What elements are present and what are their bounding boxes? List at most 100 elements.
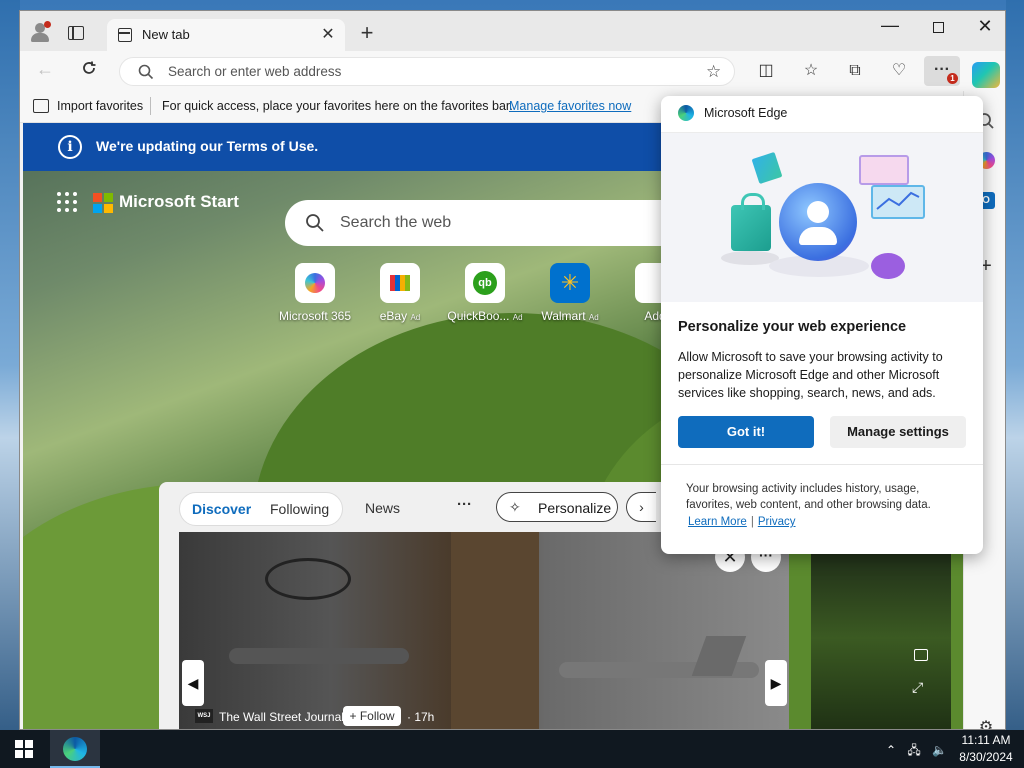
- personalize-popup: Microsoft Edge Personalize your web expe…: [661, 96, 983, 554]
- tab-close-icon[interactable]: ✕: [319, 24, 337, 44]
- ad-label: Ad: [410, 313, 421, 322]
- address-bar[interactable]: Search or enter web address ☆: [119, 57, 735, 86]
- feed-next-control[interactable]: ›: [626, 492, 656, 522]
- desktop-wallpaper-left: [0, 0, 20, 730]
- clock[interactable]: 11:11 AM 8/30/2024: [956, 732, 1016, 766]
- settings-and-more-button[interactable]: ··· 1: [924, 56, 960, 86]
- carousel-prev-button[interactable]: ◀: [182, 660, 204, 706]
- maximize-button[interactable]: [933, 22, 944, 33]
- windows-start-icon[interactable]: [15, 740, 33, 758]
- personalize-illustration: [661, 132, 983, 302]
- popup-heading: Personalize your web experience: [678, 319, 907, 335]
- popup-header: Microsoft Edge: [661, 96, 983, 132]
- volume-muted-icon[interactable]: 🔈: [932, 743, 947, 757]
- system-tray: ⌃ 🖧 🔈: [886, 741, 955, 762]
- quick-link-microsoft-365[interactable]: Microsoft 365: [275, 263, 355, 323]
- desktop-wallpaper-right: [1006, 0, 1024, 730]
- microsoft-logo-icon: [93, 193, 113, 213]
- source-logo-icon: WSJ: [195, 709, 213, 723]
- add-favorite-icon[interactable]: ☆: [706, 62, 721, 82]
- sidebar-settings-icon[interactable]: ⚙: [974, 716, 998, 729]
- tab-following[interactable]: Following: [270, 501, 329, 517]
- refresh-button[interactable]: [80, 59, 98, 77]
- profile-notification-dot: [44, 21, 51, 28]
- personalize-button[interactable]: ✧ Personalize: [496, 492, 618, 522]
- follow-button[interactable]: + Follow: [343, 706, 401, 726]
- quick-link-quickbooks[interactable]: qb QuickBoo... Ad: [445, 263, 525, 323]
- copilot-icon[interactable]: [972, 62, 1000, 88]
- show-hidden-icons-icon[interactable]: ⌃: [886, 743, 896, 757]
- manage-settings-button[interactable]: Manage settings: [830, 416, 966, 448]
- feed-tab-group: Discover Following: [179, 492, 343, 526]
- piggy-bank-icon: [871, 253, 905, 279]
- split-screen-icon[interactable]: ◫: [754, 59, 778, 83]
- collections-icon[interactable]: ⧉: [843, 59, 867, 83]
- new-tab-page-icon: [118, 28, 132, 42]
- close-window-button[interactable]: ✕: [975, 16, 995, 37]
- favorites-divider: [150, 97, 151, 115]
- feed-more-icon[interactable]: ···: [457, 496, 472, 513]
- tab-actions-icon[interactable]: [68, 26, 84, 40]
- popup-footer-text: Your browsing activity includes history,…: [686, 483, 931, 511]
- quick-link-label: QuickBoo...: [447, 309, 510, 323]
- hero-image: [179, 532, 789, 729]
- profile-icon[interactable]: [29, 21, 51, 43]
- hero-card[interactable]: ✕ ··· ◀ ▶ WSJ The Wall Street Journal + …: [179, 532, 789, 729]
- import-favorites-button[interactable]: Import favorites: [57, 99, 143, 113]
- quick-link-label: Walmart: [541, 309, 586, 323]
- edge-logo-icon: [678, 105, 694, 121]
- address-placeholder: Search or enter web address: [168, 64, 342, 79]
- popup-links: Learn More | Privacy: [688, 516, 796, 528]
- link-separator: |: [750, 516, 754, 528]
- personalize-icon: ✧: [509, 499, 521, 515]
- brand-title[interactable]: Microsoft Start: [119, 192, 239, 212]
- web-search-box[interactable]: Search the web: [285, 200, 685, 246]
- ad-label: Ad: [588, 313, 599, 322]
- clock-date: 8/30/2024: [959, 750, 1013, 764]
- back-button[interactable]: ←: [36, 59, 54, 80]
- ebay-bag-icon: [390, 275, 410, 291]
- carousel-next-button[interactable]: ▶: [765, 660, 787, 706]
- network-icon[interactable]: 🖧: [907, 743, 920, 757]
- popup-header-title: Microsoft Edge: [704, 106, 788, 120]
- title-bar: New tab ✕ + — ✕: [20, 11, 1005, 51]
- web-search-placeholder: Search the web: [340, 214, 452, 231]
- notification-badge: 1: [947, 73, 958, 84]
- quick-link-label: eBay: [379, 309, 408, 323]
- favorites-hint: For quick access, place your favorites h…: [162, 99, 513, 113]
- privacy-link[interactable]: Privacy: [758, 516, 796, 528]
- tab-news[interactable]: News: [365, 500, 400, 516]
- chart-icon: [859, 155, 909, 185]
- favorites-icon[interactable]: ☆: [799, 59, 823, 83]
- quick-link-walmart[interactable]: ✳ Walmart Ad: [530, 263, 610, 323]
- tab-new-tab[interactable]: New tab ✕: [107, 19, 345, 51]
- quick-link-ebay[interactable]: eBay Ad: [360, 263, 440, 323]
- taskbar: ⌃ 🖧 🔈 11:11 AM 8/30/2024: [0, 730, 1024, 768]
- article-age: · 17h: [407, 710, 435, 724]
- new-tab-button[interactable]: +: [357, 20, 377, 46]
- search-icon: [138, 64, 154, 80]
- expand-icon[interactable]: ⤢: [912, 679, 923, 696]
- ad-label: Ad: [512, 313, 523, 322]
- import-icon: [33, 99, 49, 113]
- line-chart-icon: [871, 185, 925, 219]
- minimize-button[interactable]: —: [877, 15, 903, 36]
- app-launcher-icon[interactable]: [57, 192, 77, 212]
- learn-more-link[interactable]: Learn More: [688, 516, 747, 528]
- clock-time: 11:11 AM: [961, 733, 1011, 747]
- popup-divider: [661, 464, 983, 465]
- cards-icon: [751, 151, 783, 185]
- taskbar-edge-button[interactable]: [50, 730, 100, 768]
- source-name[interactable]: The Wall Street Journal: [219, 710, 344, 724]
- walmart-spark-icon: ✳: [560, 270, 580, 295]
- quick-link-label: Microsoft 365: [278, 309, 352, 323]
- manage-favorites-link[interactable]: Manage favorites now: [509, 99, 631, 113]
- browser-essentials-icon[interactable]: ♡: [887, 59, 911, 83]
- image-info-icon[interactable]: [914, 649, 928, 661]
- edge-window: New tab ✕ + — ✕ ← Search or enter web ad…: [19, 10, 1006, 730]
- personalize-label: Personalize: [538, 500, 612, 516]
- popup-body: Allow Microsoft to save your browsing ac…: [678, 350, 943, 400]
- tab-title: New tab: [142, 27, 190, 42]
- got-it-button[interactable]: Got it!: [678, 416, 814, 448]
- tab-discover[interactable]: Discover: [192, 501, 251, 517]
